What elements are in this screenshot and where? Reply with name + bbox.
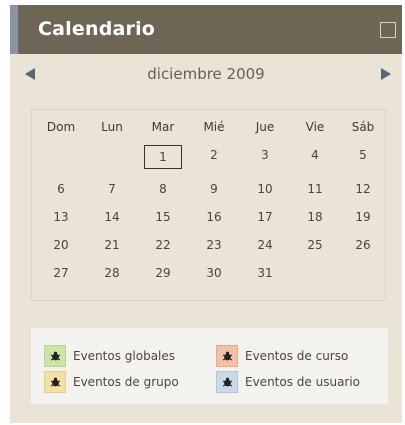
legend-label: Eventos de usuario [245,375,361,389]
hide-block-icon[interactable] [380,22,396,38]
global-events-icon[interactable] [44,345,66,367]
calendar-day[interactable]: 11 [290,182,340,196]
event-legend: Eventos globales Eventos de curso Evento… [31,328,388,404]
calendar-day[interactable]: 22 [138,238,188,252]
calendar-day[interactable]: 15 [138,210,188,224]
calendar-day[interactable]: 6 [36,182,86,196]
calendar-grid: Dom Lun Mar Mié Jue Vie Sáb 1 2 3 4 5 6 … [31,109,386,301]
calendar-day[interactable]: 30 [189,266,239,280]
calendar-day[interactable]: 10 [240,182,290,196]
calendar-day[interactable]: 29 [138,266,188,280]
user-events-icon[interactable] [216,371,238,393]
weekday-label: Vie [305,120,325,134]
calendar-day[interactable]: 27 [36,266,86,280]
header-accent-bar [10,5,18,54]
current-month-link[interactable]: diciembre 2009 [10,65,402,83]
calendar-day[interactable]: 26 [338,238,388,252]
weekday-label: Dom [46,120,76,134]
calendar-title: Calendario [38,18,156,40]
calendar-day[interactable]: 31 [240,266,290,280]
next-month-icon[interactable] [381,68,391,80]
calendar-day[interactable]: 4 [290,148,340,162]
calendar-day[interactable]: 17 [240,210,290,224]
calendar-day[interactable]: 16 [189,210,239,224]
calendar-day[interactable]: 12 [338,182,388,196]
weekday-label: Mar [151,120,175,134]
calendar-day[interactable]: 23 [189,238,239,252]
calendar-day[interactable]: 18 [290,210,340,224]
calendar-day[interactable]: 7 [87,182,137,196]
legend-label: Eventos globales [73,349,176,363]
legend-label: Eventos de grupo [73,375,179,389]
calendar-day[interactable]: 14 [87,210,137,224]
course-events-icon[interactable] [216,345,238,367]
calendar-day[interactable]: 20 [36,238,86,252]
weekday-label: Mié [203,120,225,134]
weekday-label: Lun [101,120,123,134]
calendar-day[interactable]: 21 [87,238,137,252]
month-navigation: diciembre 2009 [10,63,402,89]
calendar-day-today[interactable]: 1 [144,145,182,169]
calendar-day[interactable]: 13 [36,210,86,224]
weekday-header-row: Dom Lun Mar Mié Jue Vie Sáb [32,120,385,138]
calendar-day[interactable]: 8 [138,182,188,196]
weekday-label: Jue [255,120,275,134]
calendar-day[interactable]: 24 [240,238,290,252]
calendar-day[interactable]: 19 [338,210,388,224]
calendar-day[interactable]: 28 [87,266,137,280]
calendar-block: Calendario diciembre 2009 Dom Lun Mar Mi… [10,5,402,423]
legend-label: Eventos de curso [245,349,349,363]
calendar-day[interactable]: 25 [290,238,340,252]
calendar-day[interactable]: 3 [240,148,290,162]
calendar-day[interactable]: 2 [189,148,239,162]
calendar-day[interactable]: 5 [338,148,388,162]
group-events-icon[interactable] [44,371,66,393]
weekday-label: Sáb [351,120,375,134]
calendar-day[interactable]: 9 [189,182,239,196]
calendar-header: Calendario [10,5,402,54]
